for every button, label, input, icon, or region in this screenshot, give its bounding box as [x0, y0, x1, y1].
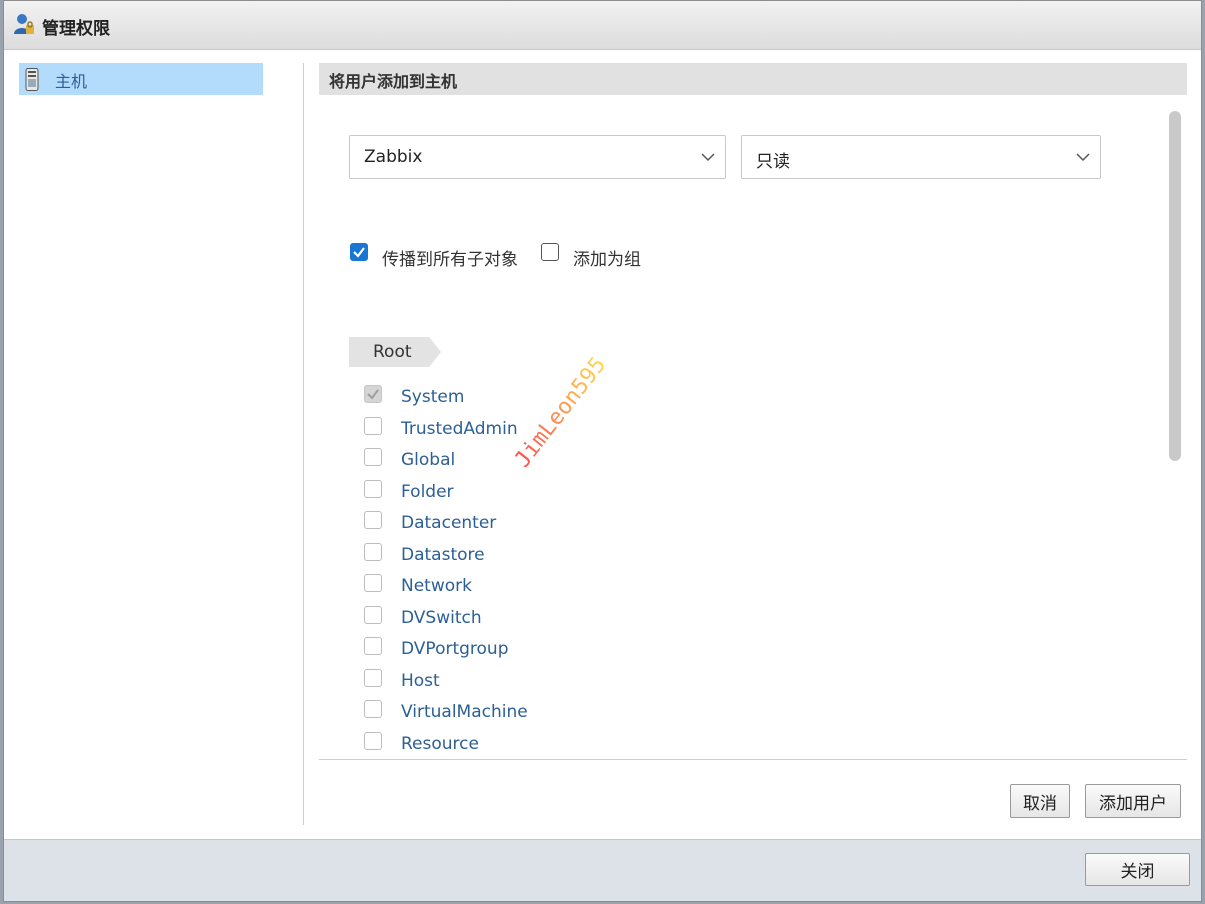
privilege-label[interactable]: VirtualMachine	[401, 702, 528, 722]
privilege-checkbox	[364, 480, 382, 498]
checkmark-icon	[353, 247, 365, 258]
chevron-down-icon	[701, 153, 715, 162]
breadcrumb-root-label: Root	[373, 342, 412, 362]
privilege-label[interactable]: Host	[401, 671, 440, 691]
privilege-checkbox	[364, 606, 382, 624]
sidebar-item-label: 主机	[55, 72, 88, 91]
sidebar-item-host[interactable]: 主机	[19, 63, 263, 95]
checkmark-icon	[367, 389, 379, 400]
privilege-label[interactable]: DVSwitch	[401, 608, 482, 628]
privilege-checkbox	[364, 700, 382, 718]
privilege-label[interactable]: Resource	[401, 734, 479, 754]
privilege-label[interactable]: Datastore	[401, 545, 485, 565]
section-title: 将用户添加到主机	[329, 72, 458, 91]
privilege-checkbox	[364, 669, 382, 687]
add-user-button[interactable]: 添加用户	[1085, 784, 1181, 818]
user-permissions-icon	[14, 14, 34, 34]
propagate-checkbox[interactable]	[350, 243, 368, 261]
scrollbar-thumb[interactable]	[1169, 111, 1181, 461]
dialog-footer: 关闭	[4, 839, 1201, 901]
section-header: 将用户添加到主机	[319, 63, 1187, 95]
user-select-value: Zabbix	[364, 147, 423, 167]
horizontal-divider	[319, 759, 1187, 760]
privilege-checkbox	[364, 448, 382, 466]
privilege-checkbox	[364, 574, 382, 592]
privilege-checkbox	[364, 732, 382, 750]
add-as-group-checkbox[interactable]	[541, 243, 559, 261]
add-as-group-label[interactable]: 添加为组	[573, 245, 641, 270]
privilege-label[interactable]: Datacenter	[401, 513, 496, 533]
cancel-button[interactable]: 取消	[1010, 784, 1070, 818]
privilege-checkbox	[364, 637, 382, 655]
privilege-label[interactable]: Network	[401, 576, 472, 596]
manage-permissions-dialog: 管理权限 主机 将用户添加到主机 Zabbix 只读 传播到所有子对象 添加为组…	[3, 0, 1202, 902]
privilege-label[interactable]: Global	[401, 450, 455, 470]
privilege-label[interactable]: TrustedAdmin	[401, 419, 518, 439]
host-device-icon	[25, 68, 39, 91]
role-select[interactable]: 只读	[741, 135, 1101, 179]
privilege-checkbox	[364, 543, 382, 561]
privilege-checkbox	[364, 511, 382, 529]
watermark-text: JimLeon595	[510, 352, 612, 473]
role-select-value: 只读	[756, 152, 790, 172]
breadcrumb-arrow	[429, 337, 441, 367]
propagate-label[interactable]: 传播到所有子对象	[382, 245, 518, 270]
privilege-label[interactable]: Folder	[401, 482, 454, 502]
vertical-divider	[303, 63, 304, 825]
privilege-label[interactable]: System	[401, 387, 464, 407]
dialog-title: 管理权限	[42, 19, 110, 39]
privilege-checkbox	[364, 417, 382, 435]
chevron-down-icon	[1076, 153, 1090, 162]
close-button[interactable]: 关闭	[1085, 853, 1190, 886]
privilege-checkbox	[364, 385, 382, 403]
user-select[interactable]: Zabbix	[349, 135, 726, 179]
dialog-titlebar: 管理权限	[4, 1, 1201, 50]
privilege-label[interactable]: DVPortgroup	[401, 639, 509, 659]
breadcrumb-root[interactable]: Root	[349, 337, 429, 367]
